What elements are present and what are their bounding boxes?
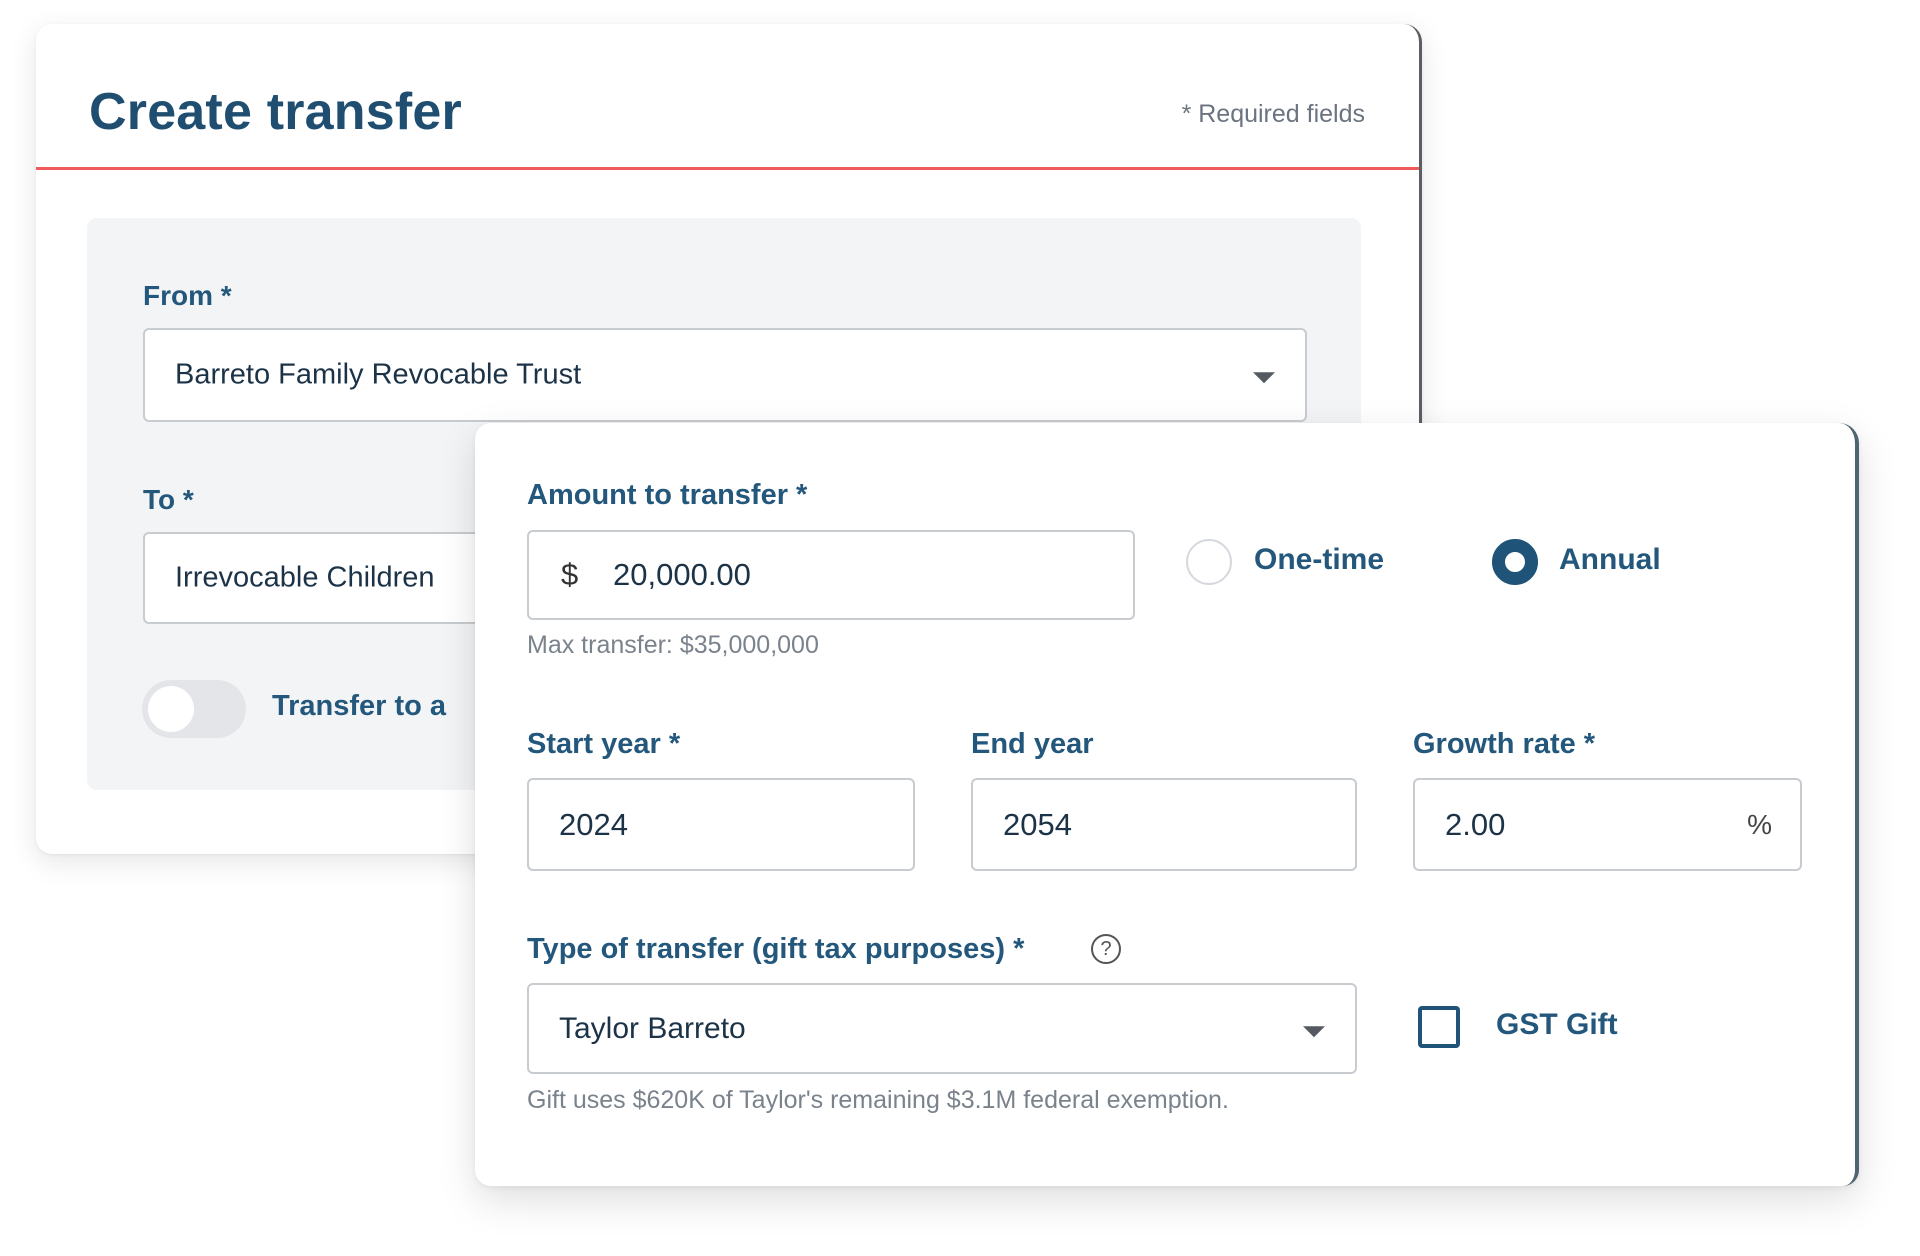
start-year-value: 2024 [559,806,628,842]
transfer-type-hint: Gift uses $620K of Taylor's remaining $3… [527,1086,1229,1114]
transfer-type-select[interactable]: Taylor Barreto [527,983,1357,1074]
radio-one-time-label: One-time [1254,543,1385,576]
end-year-input[interactable]: 2054 [971,778,1357,871]
amount-label: Amount to transfer * [527,479,808,511]
to-label: To * [143,484,194,515]
radio-annual[interactable] [1492,539,1538,585]
transfer-type-label: Type of transfer (gift tax purposes) * [527,933,1025,965]
transfer-toggle[interactable] [142,680,246,738]
toggle-label: Transfer to a [272,690,447,722]
amount-hint: Max transfer: $35,000,000 [527,631,819,659]
currency-symbol: $ [561,557,579,592]
gst-gift-label: GST Gift [1496,1008,1618,1041]
growth-rate-input[interactable]: 2.00 % [1413,778,1802,871]
toggle-knob [148,686,194,732]
required-fields-note: * Required fields [1181,100,1365,128]
transfer-type-value: Taylor Barreto [559,1011,746,1045]
help-icon[interactable]: ? [1091,934,1121,964]
chevron-down-icon [1253,372,1275,384]
radio-annual-label: Annual [1559,543,1661,576]
start-year-label: Start year * [527,728,681,760]
percent-suffix: % [1747,808,1772,840]
amount-value: 20,000.00 [613,557,751,592]
end-year-value: 2054 [1003,806,1072,842]
end-year-label: End year [971,728,1094,760]
from-select[interactable]: Barreto Family Revocable Trust [143,328,1307,422]
growth-rate-value: 2.00 [1445,806,1506,842]
page-title: Create transfer [89,83,462,141]
header-divider [36,167,1419,170]
start-year-input[interactable]: 2024 [527,778,915,871]
radio-one-time[interactable] [1186,539,1232,585]
gst-gift-checkbox[interactable] [1418,1006,1460,1048]
from-select-value: Barreto Family Revocable Trust [175,358,582,391]
from-label: From * [143,280,232,311]
to-select-value: Irrevocable Children [175,561,435,594]
chevron-down-icon [1303,1025,1325,1037]
amount-input[interactable]: $ 20,000.00 [527,530,1135,620]
growth-rate-label: Growth rate * [1413,728,1596,760]
transfer-details-card: Amount to transfer * $ 20,000.00 Max tra… [475,423,1859,1186]
